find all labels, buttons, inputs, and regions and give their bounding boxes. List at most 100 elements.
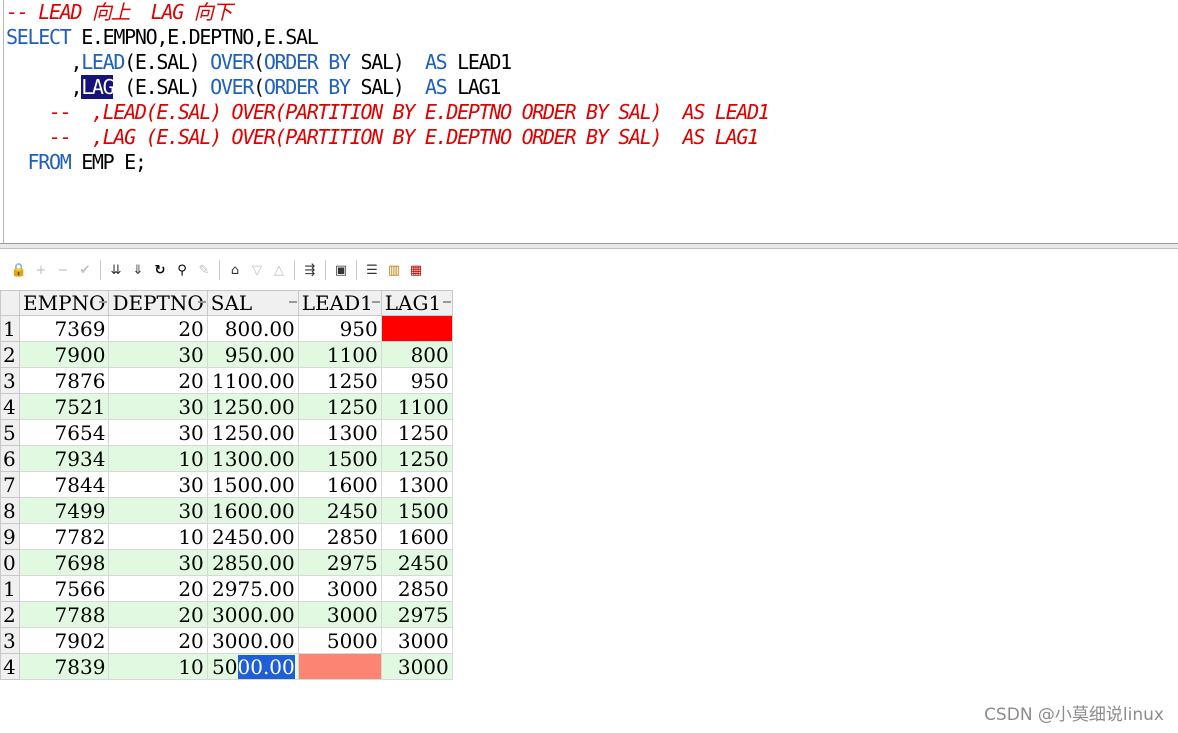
cell-empno[interactable]: 7839 [18, 653, 110, 680]
code-line[interactable]: ,LEAD(E.SAL) OVER(ORDER BY SAL) AS LEAD1 [6, 50, 769, 75]
cell-sal[interactable]: 2850.00 [206, 549, 299, 576]
sql-code[interactable]: -- LEAD 向上 LAG 向下 SELECT E.EMPNO,E.DEPTNO… [6, 0, 770, 175]
export-icon[interactable]: ⇶ [299, 259, 321, 281]
cell-deptno[interactable]: 30 [108, 393, 208, 420]
column-header-lead1[interactable]: LEAD1 [297, 290, 382, 316]
cell-lead1[interactable]: 1250 [297, 367, 382, 394]
cell-lead1[interactable]: 1600 [297, 471, 382, 498]
cell-empno[interactable]: 7876 [18, 367, 110, 394]
table-row[interactable]: 2 7900 30 950.00 1100 800 [0, 341, 453, 368]
cell-deptno[interactable]: 20 [108, 627, 208, 654]
table-row[interactable]: 3 7902 20 3000.00 5000 3000 [0, 627, 453, 654]
cell-empno[interactable]: 7654 [18, 419, 110, 446]
cell-deptno[interactable]: 30 [108, 471, 208, 498]
row-number[interactable]: 9 [0, 523, 20, 550]
sort-asc-icon[interactable]: △ [268, 259, 290, 281]
cell-empno[interactable]: 7788 [18, 601, 110, 628]
cell-sal[interactable]: 3000.00 [206, 627, 299, 654]
cell-sal[interactable]: 1250.00 [206, 393, 299, 420]
row-number[interactable]: 2 [0, 601, 20, 628]
cell-lag1[interactable]: 1600 [380, 523, 453, 550]
cell-lead1[interactable]: 1300 [297, 419, 382, 446]
cell-deptno[interactable]: 20 [108, 315, 208, 342]
code-line[interactable]: FROM EMP E; [6, 150, 769, 175]
cell-sal[interactable]: 800.00 [206, 315, 299, 342]
row-number[interactable]: 0 [0, 549, 20, 576]
cell-empno[interactable]: 7566 [18, 575, 110, 602]
cell-lag1[interactable]: 2850 [380, 575, 453, 602]
cell-empno[interactable]: 7499 [18, 497, 110, 524]
cell-deptno[interactable]: 20 [108, 601, 208, 628]
cell-lead1[interactable]: 1500 [297, 445, 382, 472]
row-number[interactable]: 3 [0, 627, 20, 654]
cell-lag1[interactable]: 1100 [380, 393, 453, 420]
cell-empno[interactable]: 7902 [18, 627, 110, 654]
chart-icon[interactable]: ▥ [383, 259, 405, 281]
column-menu-icon[interactable] [288, 301, 297, 303]
pane-splitter[interactable] [0, 243, 1178, 249]
cell-deptno[interactable]: 30 [108, 419, 208, 446]
cell-lag1[interactable]: 1250 [380, 445, 453, 472]
code-line[interactable]: -- ,LEAD(E.SAL) OVER(PARTITION BY E.DEPT… [6, 100, 770, 125]
cell-lag1[interactable]: 3000 [380, 653, 453, 680]
query-by-example-icon[interactable]: ⌂ [224, 259, 246, 281]
cell-lead1[interactable]: 950 [297, 315, 382, 342]
row-number[interactable]: 5 [0, 419, 20, 446]
refresh-icon[interactable]: ↻ [149, 259, 171, 281]
cell-sal[interactable]: 1600.00 [206, 497, 299, 524]
delete-row-icon[interactable]: − [52, 259, 74, 281]
row-number[interactable]: 8 [0, 497, 20, 524]
cell-deptno[interactable]: 20 [108, 367, 208, 394]
table-row[interactable]: 5 7654 30 1250.00 1300 1250 [0, 419, 453, 446]
cell-lag1[interactable] [380, 315, 453, 342]
cell-lead1[interactable]: 2850 [297, 523, 382, 550]
row-number[interactable]: 7 [0, 471, 20, 498]
cell-sal[interactable]: 1250.00 [206, 419, 299, 446]
save-icon[interactable]: ▣ [330, 259, 352, 281]
row-number[interactable]: 2 [0, 341, 20, 368]
clear-icon[interactable]: ✎ [193, 259, 215, 281]
code-line[interactable]: -- ,LAG (E.SAL) OVER(PARTITION BY E.DEPT… [6, 125, 769, 150]
grid-options-icon[interactable]: ▦ [405, 259, 427, 281]
cell-lead1[interactable]: 3000 [297, 601, 382, 628]
cell-deptno[interactable]: 10 [108, 653, 208, 680]
column-menu-icon[interactable] [99, 301, 108, 303]
row-number[interactable]: 3 [0, 367, 20, 394]
cell-empno[interactable]: 7900 [18, 341, 110, 368]
cell-empno[interactable]: 7934 [18, 445, 110, 472]
cell-lead1[interactable]: 1100 [297, 341, 382, 368]
single-record-icon[interactable]: ☰ [361, 259, 383, 281]
column-header-lag1[interactable]: LAG1 [380, 290, 453, 316]
cell-empno[interactable]: 7369 [18, 315, 110, 342]
table-row[interactable]: 2 7788 20 3000.00 3000 2975 [0, 601, 453, 628]
row-number[interactable]: 1 [0, 575, 20, 602]
table-row[interactable]: 0 7698 30 2850.00 2975 2450 [0, 549, 453, 576]
table-row[interactable]: 4 7839 10 5000.00 3000 [0, 653, 453, 680]
find-icon[interactable]: ⚲ [171, 259, 193, 281]
cell-sal[interactable]: 5000.00 [206, 653, 299, 680]
cell-empno[interactable]: 7521 [18, 393, 110, 420]
cell-deptno[interactable]: 10 [108, 523, 208, 550]
cell-deptno[interactable]: 10 [108, 445, 208, 472]
cell-lag1[interactable]: 2450 [380, 549, 453, 576]
cell-lag1[interactable]: 3000 [380, 627, 453, 654]
column-header-sal[interactable]: SAL [206, 290, 299, 316]
cell-sal[interactable]: 1300.00 [206, 445, 299, 472]
cell-deptno[interactable]: 30 [108, 341, 208, 368]
cell-lead1[interactable]: 2450 [297, 497, 382, 524]
cell-lag1[interactable]: 1250 [380, 419, 453, 446]
cell-lead1[interactable]: 5000 [297, 627, 382, 654]
table-row[interactable]: 9 7782 10 2450.00 2850 1600 [0, 523, 453, 550]
cell-sal[interactable]: 2450.00 [206, 523, 299, 550]
row-number[interactable]: 4 [0, 393, 20, 420]
post-changes-icon[interactable]: ✔ [74, 259, 96, 281]
column-header-deptno[interactable]: DEPTNO [108, 290, 208, 316]
cell-lag1[interactable]: 950 [380, 367, 453, 394]
result-grid[interactable]: EMPNO DEPTNO SAL LEAD1 LAG1 1 7369 20 800.0… [0, 290, 453, 680]
column-menu-icon[interactable] [371, 301, 380, 303]
table-row[interactable]: 3 7876 20 1100.00 1250 950 [0, 367, 453, 394]
last-page-icon[interactable]: ⇓ [127, 259, 149, 281]
cell-lag1[interactable]: 1300 [380, 471, 453, 498]
add-row-icon[interactable]: + [30, 259, 52, 281]
cell-empno[interactable]: 7782 [18, 523, 110, 550]
